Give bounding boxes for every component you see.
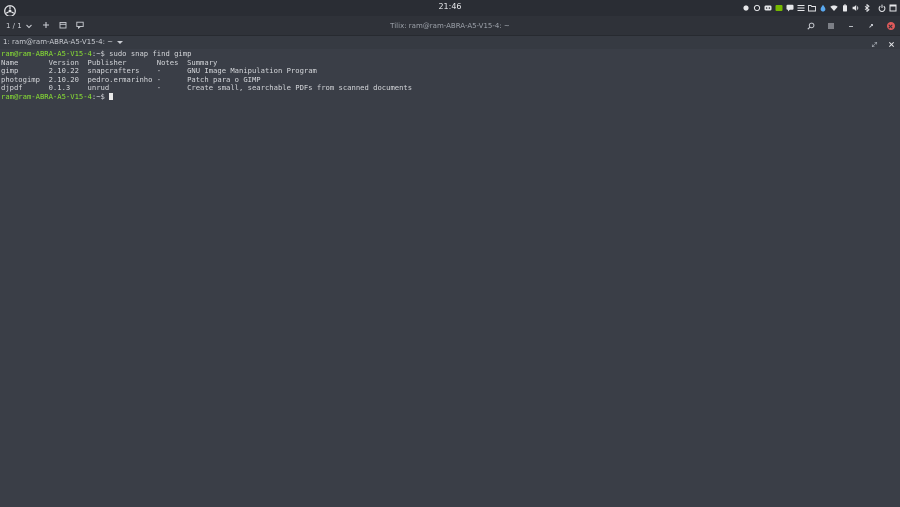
system-tray <box>742 2 897 14</box>
speech-bubble-icon <box>76 21 84 30</box>
ring-icon[interactable] <box>753 4 761 12</box>
wifi-icon[interactable] <box>830 4 838 12</box>
terminal-output[interactable]: ram@ram-ABRA-A5-V15-4:~$ sudo snap find … <box>0 49 900 507</box>
minimize-button[interactable] <box>846 22 855 31</box>
terminal-titlebar: 1: ram@ram-ABRA-A5-V15-4: ~ <box>0 36 900 49</box>
table-row: djpdf 0.1.3 unrud - Create small, search… <box>1 83 413 92</box>
game-controller-icon[interactable] <box>764 4 772 12</box>
files-icon[interactable] <box>808 4 816 12</box>
text-cursor <box>109 92 114 100</box>
split-terminal-button[interactable] <box>59 21 67 31</box>
record-icon[interactable] <box>742 4 750 12</box>
minimize-icon <box>848 26 853 27</box>
search-icon <box>806 22 814 30</box>
session-switcher[interactable]: 1 / 1 <box>6 22 33 30</box>
terminal-title: 1: ram@ram-ABRA-A5-V15-4: ~ <box>3 38 114 46</box>
menu-lines-icon[interactable] <box>797 4 805 12</box>
session-label: 1 / 1 <box>6 22 22 30</box>
chevron-down-icon <box>25 24 32 29</box>
window-icon[interactable] <box>889 4 897 12</box>
nvidia-icon[interactable] <box>775 4 783 12</box>
prompt-user-host: ram@ram-ABRA-A5-V15-4 <box>1 49 92 58</box>
volume-icon[interactable] <box>852 4 860 12</box>
notifications-button[interactable] <box>76 21 84 31</box>
plus-icon <box>42 22 49 28</box>
command-text: sudo snap find gimp <box>104 49 192 58</box>
dropdown-arrow-icon <box>117 41 124 44</box>
drop-icon[interactable] <box>819 4 827 12</box>
prompt-path: :~$ <box>91 49 105 58</box>
close-icon <box>888 41 895 48</box>
top-panel: 21:46 <box>0 0 900 17</box>
window-headerbar: 1 / 1 Tilix: ram@ram-ABRA-A5-V15-4: ~ <box>0 16 900 36</box>
power-icon[interactable] <box>878 4 886 12</box>
prompt-path: :~$ <box>91 91 105 101</box>
bluetooth-icon[interactable] <box>863 4 871 12</box>
close-icon <box>886 22 895 30</box>
add-terminal-button[interactable] <box>42 21 50 31</box>
split-icon <box>59 22 67 29</box>
expand-icon <box>871 41 878 48</box>
chat-icon[interactable] <box>786 4 794 12</box>
maximize-icon <box>868 24 873 28</box>
maximize-button[interactable] <box>866 22 875 31</box>
terminal-title-menu[interactable]: 1: ram@ram-ABRA-A5-V15-4: ~ <box>3 36 124 49</box>
find-button[interactable] <box>806 22 815 31</box>
hamburger-icon <box>827 23 834 29</box>
prompt-user-host: ram@ram-ABRA-A5-V15-4 <box>1 91 92 101</box>
window-title: Tilix: ram@ram-ABRA-A5-V15-4: ~ <box>390 22 510 30</box>
close-window-button[interactable] <box>886 22 895 31</box>
current-prompt-line: ram@ram-ABRA-A5-V15-4:~$ <box>1 91 900 102</box>
battery-icon[interactable] <box>841 4 849 12</box>
menu-button[interactable] <box>826 22 835 31</box>
